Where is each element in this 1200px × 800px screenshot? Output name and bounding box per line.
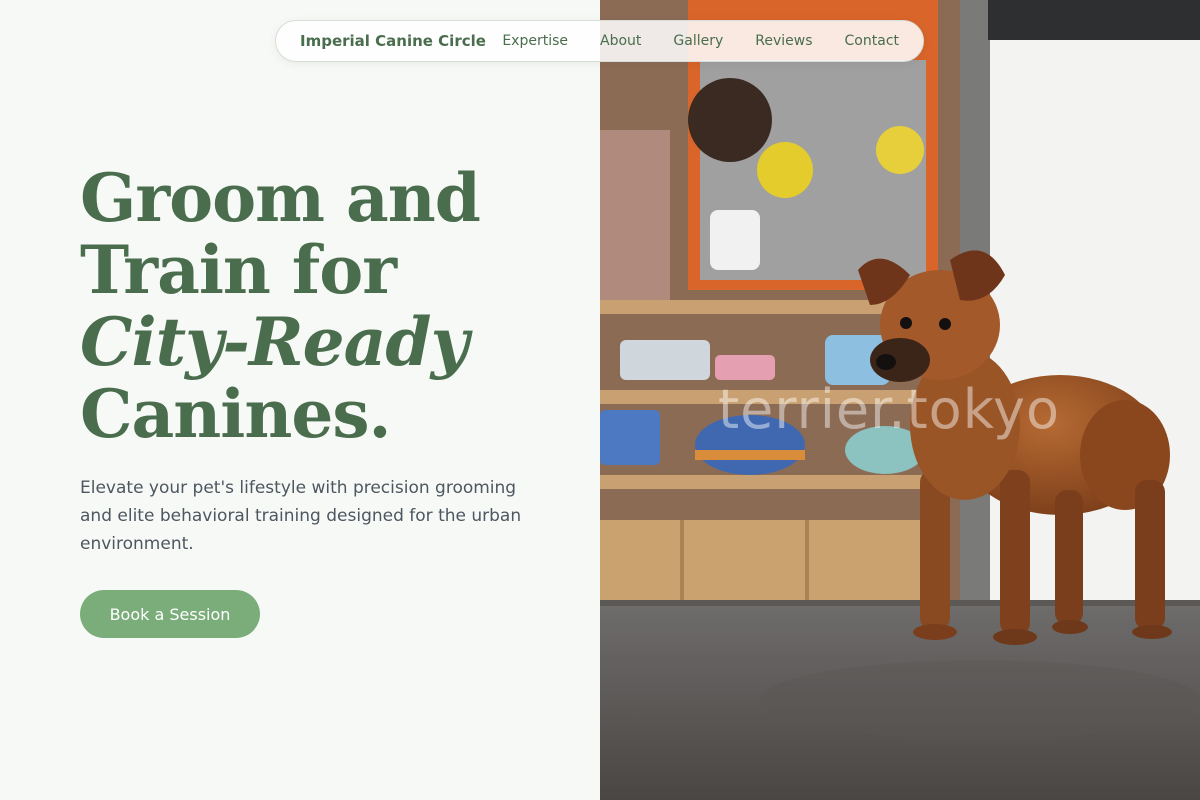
hero-photo: terrier.tokyo: [600, 0, 1200, 800]
headline-line-4: Canines.: [80, 375, 391, 453]
nav-link-gallery[interactable]: Gallery: [673, 33, 723, 49]
headline-line-1: Groom and: [80, 159, 481, 237]
nav-links: Expertise About Gallery Reviews Contact: [502, 21, 899, 61]
headline-line-3-italic: City-Ready: [80, 303, 469, 381]
nav-link-about[interactable]: About: [600, 33, 641, 49]
nav-link-expertise[interactable]: Expertise: [502, 33, 568, 49]
headline-line-2: Train for: [80, 231, 397, 309]
hero-section: Groom and Train for City-Ready Canines. …: [0, 0, 600, 800]
hero-headline: Groom and Train for City-Ready Canines.: [80, 159, 481, 453]
hero-subtext: Elevate your pet's lifestyle with precis…: [80, 478, 522, 554]
nav-link-contact[interactable]: Contact: [845, 33, 899, 49]
photo-watermark: terrier.tokyo: [718, 378, 1061, 441]
nav-link-reviews[interactable]: Reviews: [755, 33, 812, 49]
book-session-button[interactable]: Book a Session: [80, 590, 260, 638]
top-nav: Imperial Canine Circle Expertise About G…: [275, 20, 924, 62]
landing-page: Groom and Train for City-Ready Canines. …: [0, 0, 1200, 800]
brand-logo[interactable]: Imperial Canine Circle: [300, 21, 486, 61]
